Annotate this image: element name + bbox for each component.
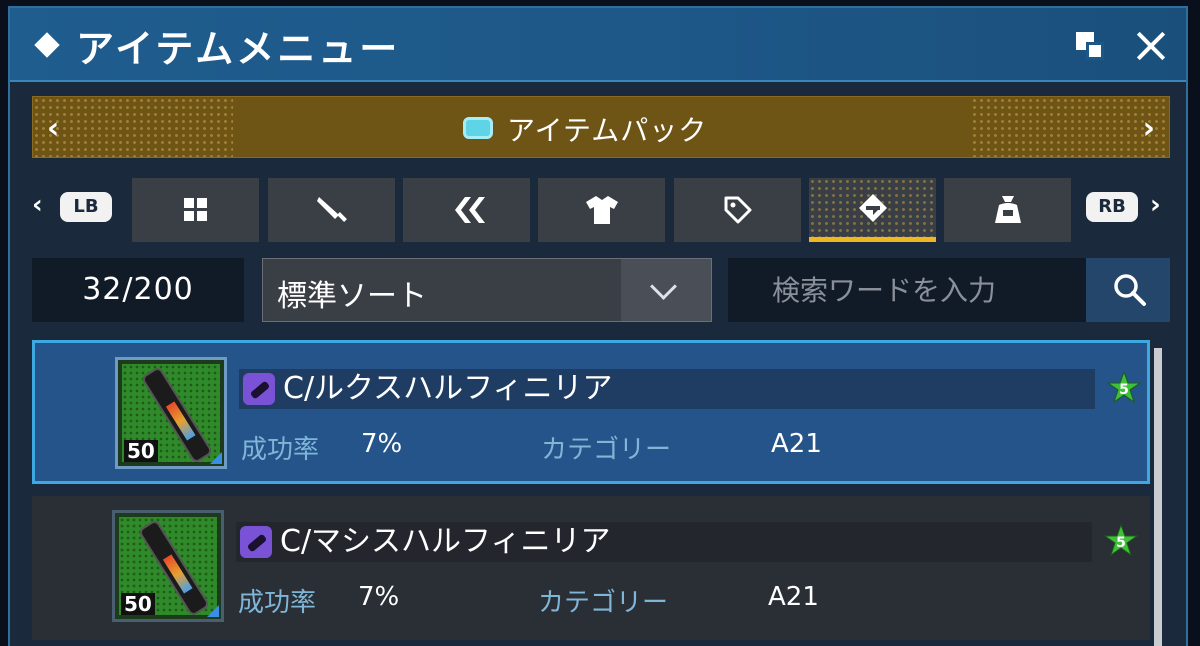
tab-prev-arrow-icon[interactable]: ‹ [32,190,43,220]
list-scrollbar[interactable] [1154,348,1162,646]
pack-icon [463,117,493,139]
lb-button[interactable]: LB [60,192,112,222]
category-value: A21 [771,429,822,459]
category-value: A21 [768,582,819,612]
item-row[interactable]: 50 C/ルクスハルフィニリア 5 成功率 7% カテゴリー A21 [32,340,1150,484]
tab-next-arrow-icon[interactable]: › [1150,190,1161,220]
search-icon [1114,274,1146,306]
pack-label: アイテムパック [507,114,708,147]
tag-icon [724,196,751,224]
tab-other[interactable] [944,178,1071,242]
tab-all[interactable] [132,178,259,242]
category-label: カテゴリー [541,435,672,465]
item-list: 50 C/ルクスハルフィニリア 5 成功率 7% カテゴリー A21 50 C/… [32,340,1150,646]
titlebar: アイテムメニュー [10,8,1186,82]
item-pack-selector: ‹ アイテムパック › [32,96,1170,158]
pack-prev-arrow-icon[interactable]: ‹ [47,111,59,146]
success-rate-value: 7% [358,582,400,612]
svg-text:5: 5 [1119,382,1129,398]
item-name-bar: C/ルクスハルフィニリア [239,369,1095,409]
item-level: 50 [124,440,158,462]
item-level: 50 [121,593,155,615]
success-rate-label: 成功率 [238,588,317,618]
tab-units[interactable] [403,178,530,242]
sort-dropdown[interactable]: 標準ソート [262,258,712,322]
gem-icon [858,193,887,222]
category-tabs: ‹ LB RB › [10,178,1186,244]
search-button[interactable] [1086,258,1170,322]
diamond-icon [34,32,60,58]
rb-button[interactable]: RB [1086,192,1138,222]
search-field [728,258,1170,322]
item-name: C/マシスハルフィニリア [280,524,611,559]
capsule-type-icon [243,373,275,405]
restore-icon[interactable] [1072,26,1112,66]
sort-selected-label: 標準ソート [277,279,427,314]
capsule-type-icon [240,526,272,558]
item-row[interactable]: 50 C/マシスハルフィニリア 5 成功率 7% カテゴリー A21 [32,496,1150,640]
svg-text:5: 5 [1116,535,1126,551]
tab-costume[interactable] [538,178,665,242]
item-name-bar: C/マシスハルフィニリア [236,522,1092,562]
sword-icon [316,197,347,222]
close-icon[interactable] [1130,26,1170,66]
double-chevron-icon [454,197,485,223]
tab-weapons[interactable] [268,178,395,242]
rarity-star-icon: 5 [1104,524,1138,557]
item-thumbnail: 50 [115,357,227,469]
success-rate-label: 成功率 [241,435,320,465]
item-menu-window: アイテムメニュー ‹ アイテムパック › ‹ LB RB › 32/200 標準… [8,6,1188,646]
inventory-count: 32/200 [32,258,244,322]
item-name: C/ルクスハルフィニリア [283,371,613,406]
window-title: アイテムメニュー [76,27,401,71]
bag-icon [994,196,1021,223]
rarity-star-icon: 5 [1107,371,1141,404]
pack-next-arrow-icon[interactable]: › [1143,111,1155,146]
shirt-icon [585,196,618,224]
tab-accessories[interactable] [674,178,801,242]
grid-icon [183,198,207,221]
tab-materials[interactable] [809,178,936,242]
success-rate-value: 7% [361,429,403,459]
category-label: カテゴリー [538,588,669,618]
chevron-down-icon[interactable] [621,259,711,321]
item-thumbnail: 50 [112,510,224,622]
search-input[interactable] [728,258,1068,322]
